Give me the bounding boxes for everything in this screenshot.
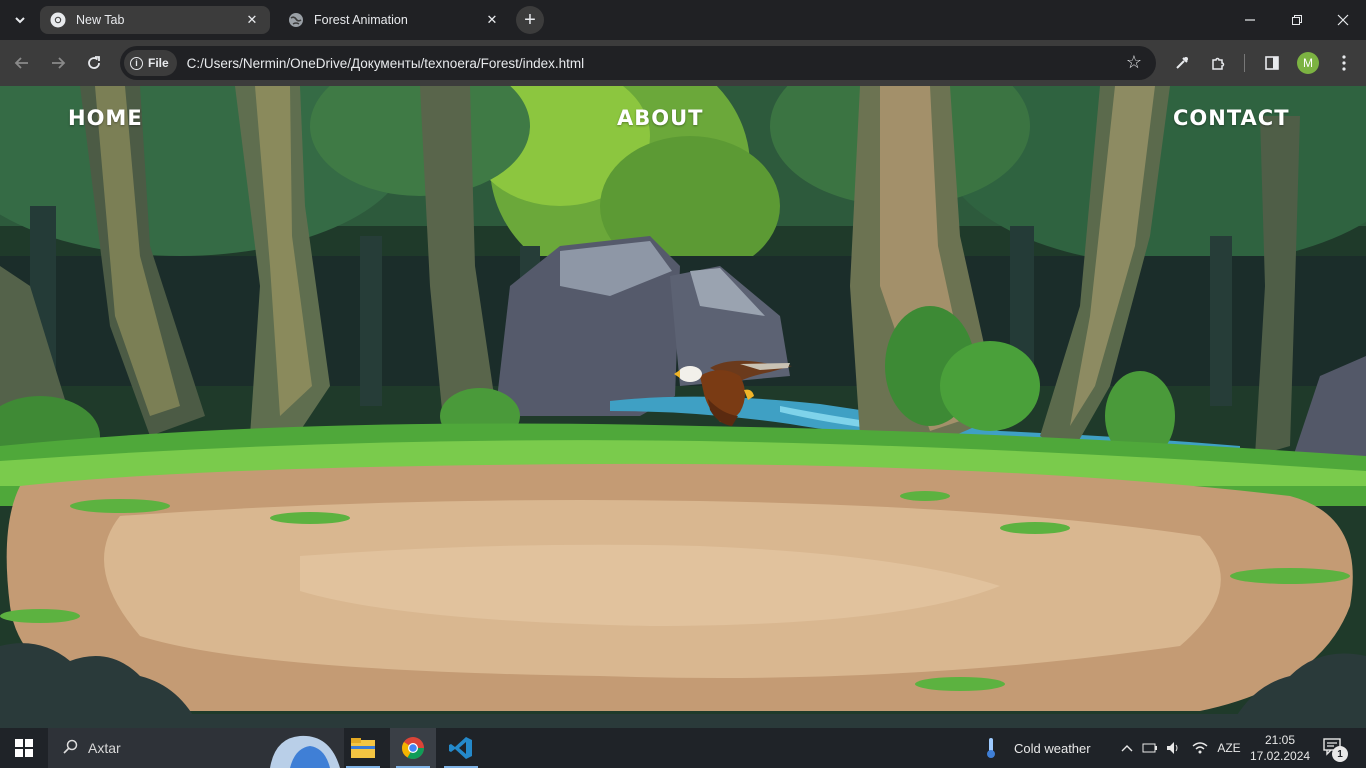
browser-toolbar: i File C:/Users/Nermin/OneDrive/Документ… bbox=[0, 40, 1366, 86]
close-window-icon[interactable] bbox=[1329, 6, 1357, 34]
clock-time: 21:05 bbox=[1264, 733, 1296, 747]
scheme-label: File bbox=[148, 56, 169, 70]
restore-icon[interactable] bbox=[1283, 6, 1311, 34]
info-icon: i bbox=[130, 56, 143, 70]
tab-title: New Tab bbox=[76, 13, 125, 27]
vscode-icon[interactable] bbox=[438, 728, 484, 768]
clock-date: 17.02.2024 bbox=[1250, 749, 1311, 763]
tab-search-chevron-icon[interactable] bbox=[6, 8, 34, 32]
nav-home-link[interactable]: HOME bbox=[68, 106, 143, 130]
globe-icon bbox=[288, 12, 304, 28]
volume-icon[interactable] bbox=[1164, 728, 1184, 768]
site-info-chip[interactable]: i File bbox=[124, 50, 177, 76]
file-explorer-icon[interactable] bbox=[340, 728, 386, 768]
thermometer-icon bbox=[987, 738, 995, 758]
minimize-icon[interactable] bbox=[1236, 6, 1264, 34]
language-indicator[interactable]: AZE bbox=[1214, 728, 1244, 768]
profile-avatar[interactable]: M bbox=[1297, 52, 1319, 74]
tab-strip: New Tab ✕ Forest Animation ✕ + bbox=[0, 0, 1366, 40]
toolbar-divider bbox=[1244, 54, 1245, 72]
wifi-icon[interactable] bbox=[1190, 728, 1210, 768]
tab-forest-animation[interactable]: Forest Animation ✕ bbox=[278, 6, 510, 34]
chrome-icon bbox=[50, 12, 66, 28]
url-text[interactable]: C:/Users/Nermin/OneDrive/Документы/texno… bbox=[187, 56, 584, 71]
close-tab-icon[interactable]: ✕ bbox=[244, 12, 260, 28]
reload-icon[interactable] bbox=[81, 50, 107, 76]
extensions-puzzle-icon[interactable] bbox=[1207, 52, 1229, 74]
side-panel-icon[interactable] bbox=[1261, 52, 1283, 74]
weather-widget[interactable]: Cold weather bbox=[982, 728, 1091, 768]
search-icon bbox=[62, 739, 80, 757]
bookmark-star-icon[interactable]: ☆ bbox=[1126, 52, 1142, 73]
search-placeholder: Axtar bbox=[88, 740, 121, 756]
page-viewport: HOME ABOUT CONTACT bbox=[0, 86, 1366, 728]
close-tab-icon[interactable]: ✕ bbox=[484, 12, 500, 28]
notification-count-badge: 1 bbox=[1332, 746, 1348, 762]
tab-title: Forest Animation bbox=[314, 13, 408, 27]
chrome-icon[interactable] bbox=[390, 728, 436, 768]
tab-new-tab[interactable]: New Tab ✕ bbox=[40, 6, 270, 34]
weather-text: Cold weather bbox=[1014, 740, 1091, 756]
more-menu-icon[interactable] bbox=[1333, 52, 1355, 74]
eyedropper-icon[interactable] bbox=[1171, 52, 1193, 74]
back-arrow-icon[interactable] bbox=[9, 50, 35, 76]
cloud-widget-icon bbox=[270, 735, 340, 768]
windows-start-icon[interactable] bbox=[0, 728, 48, 768]
nav-about-link[interactable]: ABOUT bbox=[617, 106, 704, 130]
chevron-up-icon[interactable] bbox=[1118, 728, 1136, 768]
new-tab-button[interactable]: + bbox=[516, 6, 544, 34]
taskbar-search-box[interactable]: Axtar bbox=[48, 728, 344, 768]
forward-arrow-icon[interactable] bbox=[45, 50, 71, 76]
eagle-sprite bbox=[674, 360, 792, 426]
battery-icon[interactable] bbox=[1140, 728, 1160, 768]
windows-taskbar: Axtar Cold weather AZE 21:05 17.02.2024 … bbox=[0, 728, 1366, 768]
address-bar[interactable]: i File C:/Users/Nermin/OneDrive/Документ… bbox=[120, 46, 1156, 80]
nav-contact-link[interactable]: CONTACT bbox=[1173, 106, 1290, 130]
system-clock[interactable]: 21:05 17.02.2024 bbox=[1250, 732, 1310, 764]
